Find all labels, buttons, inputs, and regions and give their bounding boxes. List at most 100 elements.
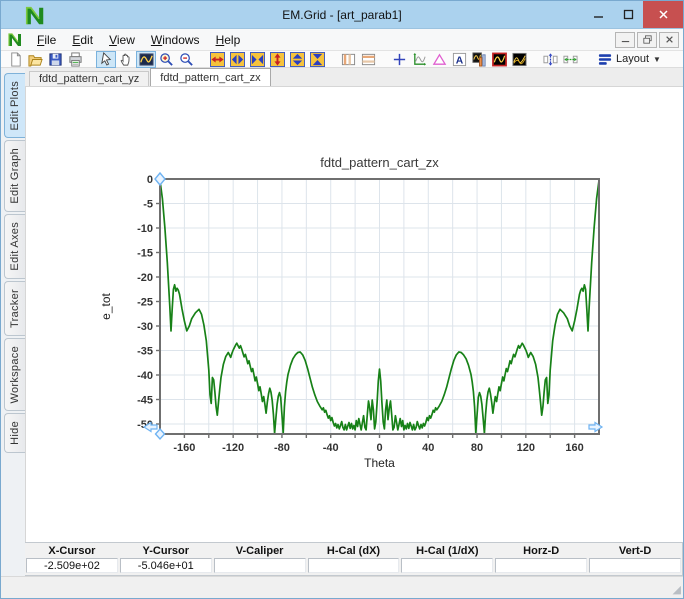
- zoom-out-button[interactable]: [176, 51, 196, 68]
- new-document-button[interactable]: [5, 51, 25, 68]
- x-tick-label: -80: [274, 442, 290, 454]
- tab-fdtd_pattern_cart_yz[interactable]: fdtd_pattern_cart_yz: [29, 71, 150, 86]
- plot-overlay-button[interactable]: [509, 51, 529, 68]
- status-label: H-Cal (dX): [326, 545, 381, 557]
- zoom-in-horizontal-button[interactable]: [247, 51, 267, 68]
- app-logo-icon-small: [7, 32, 23, 47]
- pointer-select-button[interactable]: [96, 50, 116, 68]
- sidebar-tab-label: Tracker: [9, 288, 21, 328]
- print-button[interactable]: [65, 51, 85, 68]
- cursor-marker-bottom-left[interactable]: [154, 427, 166, 441]
- status-headers: X-Cursor Y-Cursor V-Caliper H-Cal (dX) H-Cal…: [25, 543, 682, 558]
- mdi-restore-button[interactable]: [637, 31, 657, 48]
- close-icon: [658, 10, 668, 19]
- crosshair-icon: [392, 52, 407, 67]
- status-value: -2.509e+02: [26, 558, 118, 573]
- menu-help[interactable]: Help: [208, 30, 249, 50]
- maximize-button[interactable]: [613, 1, 643, 28]
- y-tick-label: -20: [137, 272, 153, 284]
- y-tick-label: -45: [137, 395, 153, 407]
- zoom-out-horizontal-button[interactable]: [227, 51, 247, 68]
- pointer-icon: [99, 51, 114, 67]
- open-file-button[interactable]: [25, 51, 45, 68]
- histogram-plot-icon: [471, 51, 487, 67]
- menu-edit[interactable]: Edit: [64, 30, 101, 50]
- add-marker-button[interactable]: [429, 51, 449, 68]
- arrows-in-h-icon: [249, 51, 265, 67]
- tab-label: fdtd_pattern_cart_yz: [39, 73, 140, 85]
- sidebar-tab-label: Edit Axes: [9, 222, 21, 271]
- chevron-down-icon: ▼: [653, 54, 661, 64]
- chart[interactable]: 0 -5 -10 -15 -20 -25 -30 -35 -40 -45 -50 -160 -120 -8…: [98, 151, 663, 486]
- sidebar-tab-label: Workspace: [9, 345, 21, 404]
- menu-view[interactable]: View: [101, 30, 143, 50]
- document-tabstrip: fdtd_pattern_cart_yz fdtd_pattern_cart_zx: [25, 68, 683, 86]
- show-rows-button[interactable]: [358, 51, 378, 68]
- edit-axes-button[interactable]: [409, 51, 429, 68]
- y-tick-label: -25: [137, 297, 153, 309]
- tab-label: fdtd_pattern_cart_zx: [160, 71, 261, 84]
- sidebar-tab-tracker[interactable]: Tracker: [4, 280, 25, 336]
- sidebar-tab-edit-axes[interactable]: Edit Axes: [4, 214, 25, 279]
- plot-window-button[interactable]: [489, 51, 509, 68]
- show-columns-button[interactable]: [338, 51, 358, 68]
- save-file-button[interactable]: [45, 51, 65, 68]
- fit-horizontal-button[interactable]: [560, 51, 580, 68]
- layout-icon: [598, 53, 612, 66]
- cursor-marker-top-left[interactable]: [154, 171, 166, 187]
- toolbar: A Layout ▼: [1, 50, 683, 68]
- expand-vertical-button[interactable]: [267, 51, 287, 68]
- minimize-button[interactable]: [583, 1, 613, 28]
- x-tick-label: -40: [323, 442, 339, 454]
- zoom-out-vertical-button[interactable]: [287, 51, 307, 68]
- svg-text:A: A: [455, 55, 463, 66]
- status-label: Vert-D: [618, 545, 652, 557]
- sidebar-tab-label: Hide: [9, 421, 21, 445]
- menu-windows[interactable]: Windows: [143, 30, 208, 50]
- pan-tool-button[interactable]: [116, 51, 136, 68]
- menu-file[interactable]: File: [29, 30, 64, 50]
- sidebar-tab-label: Edit Graph: [9, 148, 21, 205]
- status-bar: X-Cursor Y-Cursor V-Caliper H-Cal (dX) H-Cal…: [25, 542, 683, 576]
- x-tick-label: 120: [517, 442, 535, 454]
- maximize-icon: [623, 9, 633, 20]
- status-label: H-Cal (1/dX): [416, 545, 479, 557]
- status-label: X-Cursor: [48, 545, 96, 557]
- print-icon: [68, 51, 83, 67]
- status-label: Y-Cursor: [142, 545, 189, 557]
- y-tick-label: -5: [143, 199, 153, 211]
- close-button[interactable]: [643, 1, 683, 28]
- zoom-in-button[interactable]: [156, 51, 176, 68]
- add-text-button[interactable]: A: [449, 51, 469, 68]
- sidebar-tab-hide[interactable]: Hide: [4, 413, 25, 453]
- resize-grip[interactable]: ◢: [673, 583, 681, 596]
- plot-histogram-button[interactable]: [469, 51, 489, 68]
- x-tick-label: 0: [376, 442, 382, 454]
- fit-vertical-button[interactable]: [540, 51, 560, 68]
- expand-h-icon: [209, 51, 225, 67]
- main-area: fdtd_pattern_cart_yz fdtd_pattern_cart_zx…: [25, 68, 683, 576]
- layout-dropdown-button[interactable]: Layout ▼: [594, 51, 665, 67]
- menu-items: File Edit View Windows Help: [29, 30, 248, 50]
- sidebar-tab-edit-plots[interactable]: Edit Plots: [4, 73, 25, 139]
- x-tick-label: 40: [422, 442, 434, 454]
- fit-v-icon: [542, 52, 558, 67]
- mdi-close-button[interactable]: [659, 31, 679, 48]
- sidebar: Edit Plots Edit Graph Edit Axes Tracker Work…: [1, 68, 25, 576]
- x-tick-label: 160: [565, 442, 583, 454]
- sidebar-tab-workspace[interactable]: Workspace: [4, 337, 25, 412]
- plot-select-button[interactable]: [136, 50, 156, 68]
- status-value: [589, 558, 681, 573]
- marker-triangle-icon: [432, 52, 447, 67]
- menu-bar: File Edit View Windows Help: [1, 29, 683, 51]
- expand-horizontal-button[interactable]: [207, 51, 227, 68]
- mdi-minimize-button[interactable]: [615, 31, 635, 48]
- add-crosshair-button[interactable]: [389, 51, 409, 68]
- sidebar-tab-edit-graph[interactable]: Edit Graph: [4, 140, 25, 213]
- arrows-out-v-icon: [289, 51, 305, 67]
- title-bar: EM.Grid - [art_parab1]: [1, 1, 683, 29]
- save-icon: [48, 52, 63, 67]
- tab-fdtd_pattern_cart_zx[interactable]: fdtd_pattern_cart_zx: [150, 68, 271, 86]
- status-values: -2.509e+02 -5.046e+01: [25, 558, 682, 575]
- zoom-in-vertical-button[interactable]: [307, 51, 327, 68]
